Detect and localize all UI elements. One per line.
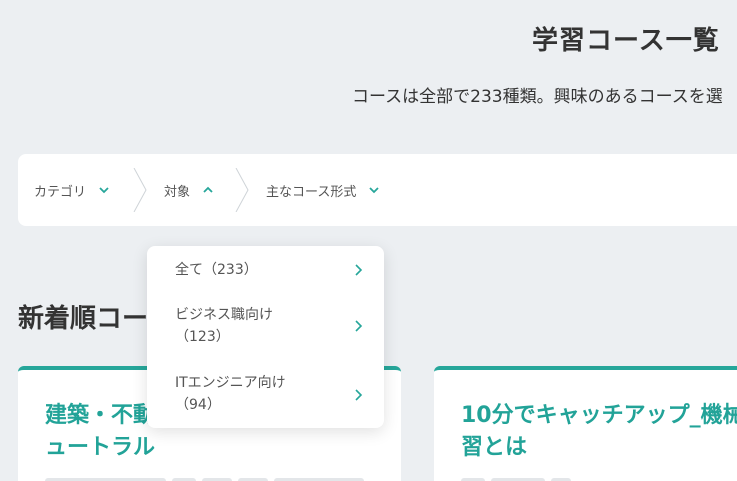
- course-card-title-line: 建築・不動: [45, 403, 156, 428]
- dropdown-item-label: 全て（233）: [175, 262, 258, 278]
- chevron-down-icon: [369, 187, 379, 194]
- page-subtitle: コースは全部で233種類。興味のあるコースを選: [352, 87, 723, 107]
- filter-category[interactable]: カテゴリ: [34, 154, 110, 226]
- dropdown-item-label: ビジネス職向け （123）: [175, 304, 345, 348]
- filter-separator: [235, 168, 249, 212]
- dropdown-item-it-engineer[interactable]: ITエンジニア向け （94）: [147, 372, 384, 418]
- dropdown-item-business[interactable]: ビジネス職向け （123）: [147, 304, 384, 350]
- dropdown-item-label-line: ITエンジニア向け: [175, 375, 286, 391]
- dropdown-item-count: （123）: [175, 329, 230, 345]
- page-title: 学習コース一覧: [532, 26, 720, 56]
- course-card[interactable]: 10分でキャッチアップ_機械 習とは: [434, 366, 737, 481]
- course-card-title-line: ュートラル: [45, 435, 156, 460]
- dropdown-item-all[interactable]: 全て（233）: [147, 258, 384, 282]
- chevron-right-icon: [355, 320, 363, 332]
- target-dropdown-menu: 全て（233） ビジネス職向け （123） ITエンジニア向け （94）: [147, 246, 384, 428]
- chevron-right-icon: [355, 389, 363, 401]
- filter-course-format[interactable]: 主なコース形式: [266, 154, 380, 226]
- chevron-up-icon: [203, 186, 213, 193]
- filter-target-label: 対象: [164, 184, 191, 200]
- page: 学習コース一覧 コースは全部で233種類。興味のあるコースを選 カテゴリ 対象 …: [0, 0, 737, 481]
- filter-category-label: カテゴリ: [34, 184, 87, 200]
- chevron-right-icon: [355, 264, 363, 276]
- filter-bar: カテゴリ 対象 主なコース形式: [18, 154, 737, 226]
- filter-target[interactable]: 対象: [164, 154, 214, 226]
- chevron-down-icon: [99, 187, 109, 194]
- course-card-title[interactable]: 建築・不動 ュートラル: [45, 400, 155, 464]
- filter-separator: [133, 168, 147, 212]
- dropdown-item-label-line: ビジネス職向け: [175, 307, 273, 323]
- dropdown-item-label: ITエンジニア向け （94）: [175, 372, 345, 416]
- filter-course-format-label: 主なコース形式: [266, 184, 357, 200]
- section-title: 新着順コー: [18, 304, 149, 334]
- course-card-title-line: 習とは: [461, 435, 528, 460]
- course-card-title[interactable]: 10分でキャッチアップ_機械 習とは: [461, 400, 737, 464]
- dropdown-item-count: （94）: [175, 397, 221, 413]
- course-card-title-line: 10分でキャッチアップ_機械: [461, 403, 737, 428]
